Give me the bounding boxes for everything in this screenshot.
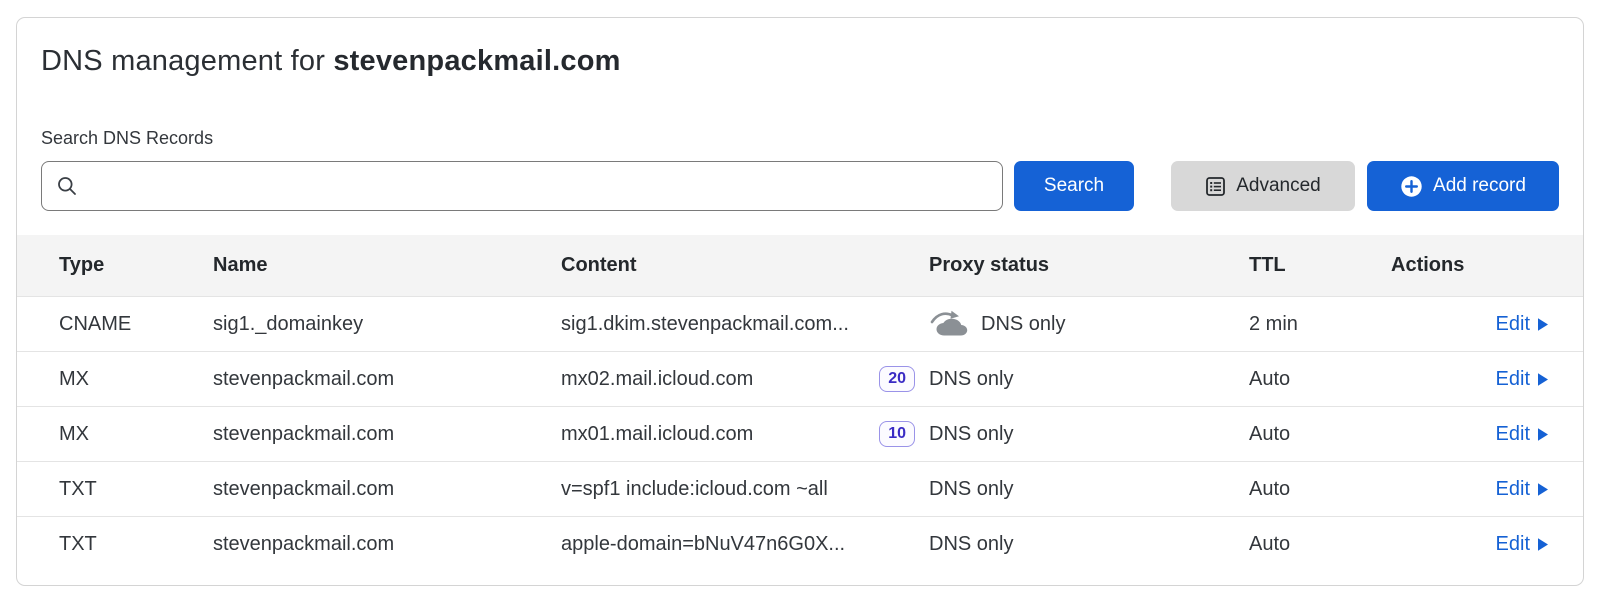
proxy-status-cell: DNS only [929,368,1249,391]
dns-only-cloud-icon [929,309,969,340]
record-content-cell: v=spf1 include:icloud.com ~all [561,478,929,501]
proxy-status-cell: DNS only [929,423,1249,446]
edit-link-label: Edit [1496,313,1530,336]
page-title-prefix: DNS management for [41,45,333,77]
edit-arrow-icon [1537,317,1549,332]
record-type: TXT [59,533,213,556]
record-content: sig1.dkim.stevenpackmail.com... [561,313,849,336]
dns-management-card: DNS management for stevenpackmail.com Se… [16,17,1584,586]
table-row: MX stevenpackmail.com mx02.mail.icloud.c… [17,351,1583,406]
dns-records-table: Type Name Content Proxy status TTL Actio… [17,235,1583,571]
table-header-row: Type Name Content Proxy status TTL Actio… [17,235,1583,296]
actions-cell: Edit [1496,478,1583,501]
column-header-content: Content [561,254,929,277]
edit-link[interactable]: Edit [1496,533,1549,556]
add-record-button-label: Add record [1433,175,1526,197]
record-type: MX [59,368,213,391]
record-content-cell: mx02.mail.icloud.com 20 [561,366,929,391]
proxy-status-label: DNS only [929,478,1013,501]
edit-link-label: Edit [1496,423,1530,446]
edit-link-label: Edit [1496,533,1530,556]
table-row: MX stevenpackmail.com mx01.mail.icloud.c… [17,406,1583,461]
table-row: CNAME sig1._domainkey sig1.dkim.stevenpa… [17,296,1583,351]
actions-cell: Edit [1496,533,1583,556]
proxy-status-label: DNS only [929,423,1013,446]
actions-cell: Edit [1496,423,1583,446]
column-header-name: Name [213,254,561,277]
edit-link[interactable]: Edit [1496,423,1549,446]
plus-circle-icon [1400,175,1423,198]
proxy-status-label: DNS only [929,533,1013,556]
edit-arrow-icon [1537,537,1549,552]
record-content: v=spf1 include:icloud.com ~all [561,478,828,501]
record-name: stevenpackmail.com [213,478,561,501]
search-label: Search DNS Records [41,128,1559,149]
search-icon [56,175,78,197]
priority-badge: 20 [879,366,915,391]
search-input[interactable] [88,162,988,210]
record-ttl: Auto [1249,368,1391,391]
table-row: TXT stevenpackmail.com apple-domain=bNuV… [17,516,1583,571]
add-record-button[interactable]: Add record [1367,161,1559,211]
advanced-button-label: Advanced [1236,175,1321,197]
record-content-cell: mx01.mail.icloud.com 10 [561,421,929,446]
edit-arrow-icon [1537,372,1549,387]
proxy-status-cell: DNS only [929,533,1249,556]
search-row: Search Advanced A [41,161,1559,211]
record-content: mx02.mail.icloud.com [561,368,753,391]
edit-arrow-icon [1537,482,1549,497]
column-header-type: Type [59,254,213,277]
record-content: apple-domain=bNuV47n6G0X... [561,533,845,556]
record-ttl: Auto [1249,423,1391,446]
record-type: MX [59,423,213,446]
edit-arrow-icon [1537,427,1549,442]
record-type: TXT [59,478,213,501]
edit-link-label: Edit [1496,478,1530,501]
proxy-status-cell: DNS only [929,478,1249,501]
page-title-domain: stevenpackmail.com [333,45,620,77]
search-button[interactable]: Search [1014,161,1134,211]
record-ttl: Auto [1249,533,1391,556]
column-header-proxy-status: Proxy status [929,254,1249,277]
priority-badge: 10 [879,421,915,446]
list-box-icon [1205,176,1226,197]
record-name: stevenpackmail.com [213,423,561,446]
record-name: stevenpackmail.com [213,368,561,391]
column-header-ttl: TTL [1249,254,1391,277]
record-name: stevenpackmail.com [213,533,561,556]
actions-cell: Edit [1496,313,1583,336]
record-type: CNAME [59,313,213,336]
proxy-status-label: DNS only [981,313,1065,336]
edit-link-label: Edit [1496,368,1530,391]
edit-link[interactable]: Edit [1496,368,1549,391]
proxy-status-label: DNS only [929,368,1013,391]
record-ttl: Auto [1249,478,1391,501]
column-header-actions: Actions [1391,254,1583,277]
table-row: TXT stevenpackmail.com v=spf1 include:ic… [17,461,1583,516]
dns-table-body: CNAME sig1._domainkey sig1.dkim.stevenpa… [17,296,1583,571]
search-box [41,161,1003,211]
page-title: DNS management for stevenpackmail.com [41,45,1559,78]
edit-link[interactable]: Edit [1496,313,1549,336]
record-name: sig1._domainkey [213,313,561,336]
record-ttl: 2 min [1249,313,1391,336]
record-content-cell: sig1.dkim.stevenpackmail.com... [561,313,929,336]
record-content-cell: apple-domain=bNuV47n6G0X... [561,533,929,556]
advanced-button[interactable]: Advanced [1171,161,1355,211]
record-content: mx01.mail.icloud.com [561,423,753,446]
edit-link[interactable]: Edit [1496,478,1549,501]
proxy-status-cell: DNS only [929,309,1249,340]
actions-cell: Edit [1496,368,1583,391]
